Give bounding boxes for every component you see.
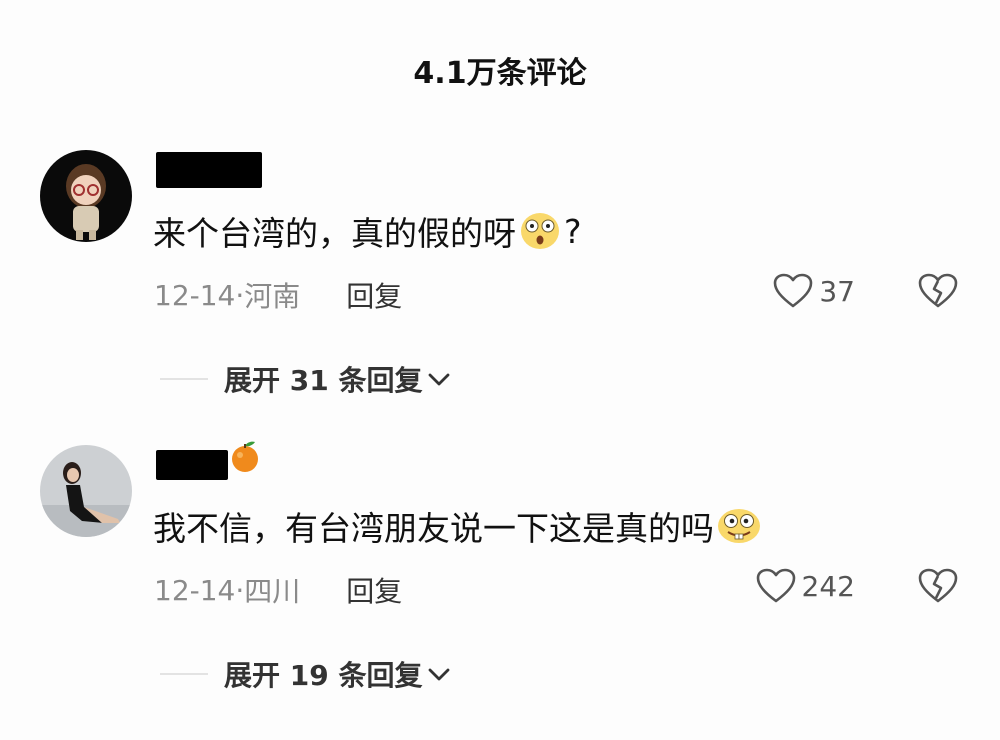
reply-button[interactable]: 回复 <box>346 570 402 610</box>
comment-location: 四川 <box>244 575 301 608</box>
comment-item: 我不信，有台湾朋友说一下这是真的吗 12-14 · 四川 回复 242 展开 1… <box>0 440 1000 740</box>
meta-separator: · <box>235 573 245 607</box>
meta-separator: · <box>235 278 245 312</box>
like-count: 37 <box>819 274 855 308</box>
username-row[interactable] <box>156 150 262 190</box>
like-count: 242 <box>801 569 855 603</box>
broken-heart-icon <box>918 273 958 308</box>
comment-text-main: 我不信，有台湾朋友说一下这是真的吗 <box>153 509 714 548</box>
heart-icon <box>774 273 813 308</box>
redacted-username <box>156 450 228 480</box>
expand-replies-label: 展开 31 条回复 <box>224 364 423 397</box>
avatar[interactable] <box>40 445 132 537</box>
divider-line <box>160 673 208 675</box>
comment-text: 来个台湾的，真的假的呀 ? <box>153 207 582 255</box>
comment-text-main: 来个台湾的，真的假的呀 <box>153 214 516 253</box>
dislike-button[interactable] <box>918 568 958 608</box>
goofy-face-emoji-icon <box>716 506 760 546</box>
divider-line <box>160 378 208 380</box>
chevron-down-icon <box>429 373 450 386</box>
chevron-down-icon <box>429 668 450 681</box>
redacted-username <box>156 152 262 188</box>
expand-replies-button[interactable]: 展开 31 条回复 <box>160 359 452 399</box>
broken-heart-icon <box>918 568 958 603</box>
heart-icon <box>756 568 795 603</box>
expand-replies-label: 展开 19 条回复 <box>224 659 423 692</box>
dislike-button[interactable] <box>918 273 958 313</box>
like-button[interactable]: 37 <box>773 273 855 309</box>
comment-location: 河南 <box>244 280 301 313</box>
username-row[interactable] <box>156 441 260 485</box>
avatar[interactable] <box>40 150 132 242</box>
comment-date: 12-14 <box>154 573 236 607</box>
orange-fruit-icon <box>230 439 260 477</box>
astonished-face-emoji-icon <box>518 211 562 251</box>
expand-replies-button[interactable]: 展开 19 条回复 <box>160 654 452 694</box>
comment-meta: 12-14 · 河南 回复 <box>154 275 402 315</box>
comment-date: 12-14 <box>154 278 236 312</box>
comment-meta: 12-14 · 四川 回复 <box>154 570 402 610</box>
comment-count-title: 4.1万条评论 <box>413 56 587 91</box>
reply-button[interactable]: 回复 <box>346 275 402 315</box>
comment-item: 来个台湾的，真的假的呀 ? 12-14 · 河南 回复 37 展开 31 条回复 <box>0 145 1000 445</box>
comment-text: 我不信，有台湾朋友说一下这是真的吗 <box>153 502 762 550</box>
comment-text-tail: ? <box>564 211 582 251</box>
like-button[interactable]: 242 <box>756 568 855 604</box>
